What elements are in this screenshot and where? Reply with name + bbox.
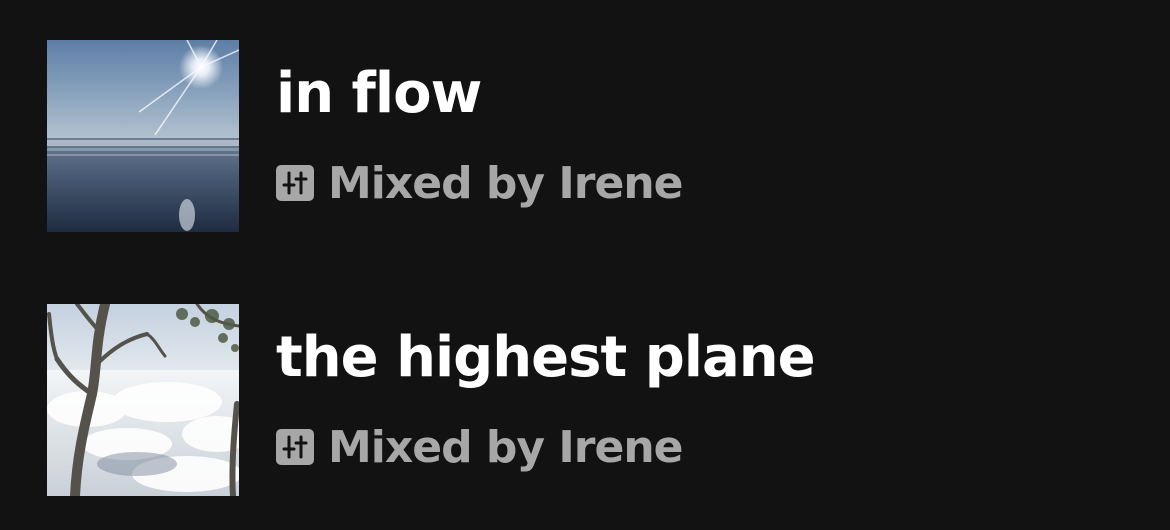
clouds-tree-cover: [47, 304, 239, 496]
playlist-list: in flow Mixed by Irene the highest plane…: [0, 0, 1170, 530]
playlist-title[interactable]: in flow: [276, 66, 482, 122]
playlist-subtitle: Mixed by Irene: [276, 421, 683, 473]
ocean-sun-cover: [47, 40, 239, 232]
playlist-cover[interactable]: [47, 40, 239, 232]
mixer-icon: [276, 165, 314, 201]
playlist-title[interactable]: the highest plane: [276, 330, 816, 386]
playlist-subtitle-text: Mixed by Irene: [328, 421, 683, 473]
playlist-row[interactable]: the highest plane Mixed by Irene: [47, 304, 1127, 496]
playlist-subtitle: Mixed by Irene: [276, 157, 683, 209]
playlist-subtitle-text: Mixed by Irene: [328, 157, 683, 209]
playlist-row[interactable]: in flow Mixed by Irene: [47, 40, 1127, 232]
mixer-icon: [276, 429, 314, 465]
playlist-cover[interactable]: [47, 304, 239, 496]
